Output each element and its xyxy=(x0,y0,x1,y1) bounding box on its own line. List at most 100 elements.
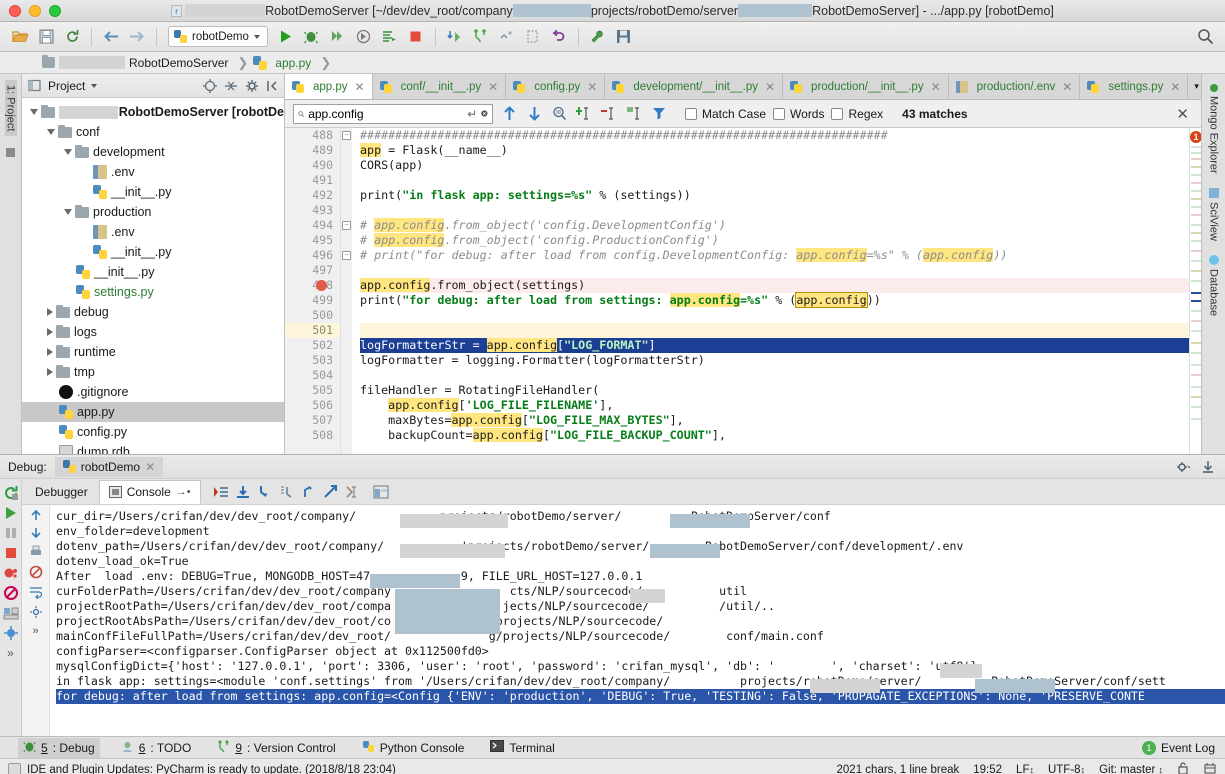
words-box[interactable] xyxy=(773,108,785,120)
pin-icon[interactable] xyxy=(1,623,21,643)
line-number[interactable]: 493 xyxy=(285,203,340,218)
tool-window-button-version-control[interactable]: 9: Version Control xyxy=(212,738,340,758)
find-next-icon[interactable] xyxy=(525,105,543,123)
close-tab-icon[interactable]: ✕ xyxy=(765,80,775,94)
line-number[interactable]: 500 xyxy=(285,308,340,323)
status-indicator-icon[interactable] xyxy=(8,763,21,774)
collapse-all-icon[interactable] xyxy=(224,79,238,93)
close-tab-icon[interactable]: ✕ xyxy=(355,80,365,94)
tree-item--env[interactable]: .env xyxy=(22,162,284,182)
console-line[interactable]: dotenv_load_ok=True xyxy=(56,554,1225,569)
regex-box[interactable] xyxy=(831,108,843,120)
error-stripe[interactable]: 1 xyxy=(1189,128,1201,454)
step-over-icon[interactable] xyxy=(233,482,253,502)
close-find-icon[interactable]: ✕ xyxy=(1176,105,1193,123)
editor-tab-production-init-py[interactable]: production/__init__.py✕ xyxy=(783,74,949,99)
code-line[interactable]: print("in flask app: settings=%s" % (set… xyxy=(360,188,1189,203)
code-line[interactable] xyxy=(360,173,1189,188)
close-session-icon[interactable]: ✕ xyxy=(145,460,155,474)
editor-tab-development-init-py[interactable]: development/__init__.py✕ xyxy=(605,74,783,99)
editor-tab-settings-py[interactable]: settings.py✕ xyxy=(1080,74,1188,99)
code-folding-gutter[interactable]: −−− xyxy=(341,128,352,454)
line-number[interactable]: 501 xyxy=(285,323,340,338)
find-input-wrapper[interactable]: ↵ xyxy=(293,104,493,124)
tree-item-settings-py[interactable]: settings.py xyxy=(22,282,284,302)
close-tab-icon[interactable]: ✕ xyxy=(931,80,941,94)
select-all-occurrences-icon[interactable] xyxy=(625,105,643,123)
code-editor[interactable]: 4884894904914924934944954964974984995005… xyxy=(285,128,1201,454)
code-line[interactable] xyxy=(360,323,1189,338)
tree-item-development[interactable]: development xyxy=(22,142,284,162)
status-branch[interactable]: Git: master ↕ xyxy=(1099,764,1163,774)
line-number[interactable]: 492 xyxy=(285,188,340,203)
force-step-into-icon[interactable] xyxy=(277,482,297,502)
editor-tab-production-env[interactable]: production/.env✕ xyxy=(949,74,1081,99)
vcs-branch-icon[interactable] xyxy=(469,25,493,49)
error-count-badge[interactable]: 1 xyxy=(1190,131,1201,143)
tree-item-conf[interactable]: conf xyxy=(22,122,284,142)
hide-debug-panel-icon[interactable] xyxy=(1201,460,1215,474)
line-number[interactable]: 491 xyxy=(285,173,340,188)
tree-item-dump-rdb[interactable]: dump.rdb xyxy=(22,442,284,454)
tree-toggle-closed-icon[interactable] xyxy=(47,328,53,336)
status-encoding[interactable]: UTF-8↕ xyxy=(1048,764,1085,774)
code-line[interactable]: backupCount=app.config["LOG_FILE_BACKUP_… xyxy=(360,428,1189,443)
code-line[interactable]: logFormatterStr = app.config["LOG_FORMAT… xyxy=(360,338,1189,353)
close-tab-icon[interactable]: ✕ xyxy=(1170,80,1180,94)
code-line[interactable] xyxy=(360,203,1189,218)
tree-item--init-py[interactable]: __init__.py xyxy=(22,182,284,202)
regex-checkbox[interactable]: Regex xyxy=(831,107,883,121)
console-line[interactable]: mysqlConfigDict={'host': '127.0.0.1', 'p… xyxy=(56,659,1225,674)
line-number[interactable]: 507 xyxy=(285,413,340,428)
stop-icon[interactable] xyxy=(1,543,21,563)
more-console-actions-icon[interactable]: » xyxy=(32,625,38,637)
fold-toggle-icon[interactable]: − xyxy=(342,251,351,260)
code-line[interactable] xyxy=(360,263,1189,278)
code-line[interactable]: CORS(app) xyxy=(360,158,1189,173)
console-line[interactable]: dotenv_path=/Users/crifan/dev/dev_root/c… xyxy=(56,539,1225,554)
run-with-console-button[interactable] xyxy=(378,25,402,49)
code-line[interactable]: print("for debug: after load from settin… xyxy=(360,293,1189,308)
editor-tab-app-py[interactable]: app.py✕ xyxy=(285,74,373,99)
code-line[interactable] xyxy=(360,368,1189,383)
update-project-icon[interactable] xyxy=(443,25,467,49)
close-window-button[interactable] xyxy=(9,5,21,17)
line-number[interactable]: 488 xyxy=(285,128,340,143)
code-line[interactable]: app = Flask(__name__) xyxy=(360,143,1189,158)
line-number[interactable]: 502 xyxy=(285,338,340,353)
lock-icon[interactable] xyxy=(1177,762,1189,774)
gear-icon[interactable] xyxy=(245,79,259,93)
fold-toggle-icon[interactable]: − xyxy=(342,131,351,140)
line-number[interactable]: 504 xyxy=(285,368,340,383)
code-line[interactable]: app.config.from_object(settings) xyxy=(360,278,1189,293)
project-scope-chevron-icon[interactable] xyxy=(91,84,97,88)
line-number[interactable]: 494 xyxy=(285,218,340,233)
navigate-back-icon[interactable] xyxy=(99,25,123,49)
console-line[interactable]: After load .env: DEBUG=True, MONGODB_HOS… xyxy=(56,569,1225,584)
pause-icon[interactable] xyxy=(1,523,21,543)
line-number-gutter[interactable]: 4884894904914924934944954964974984995005… xyxy=(285,128,341,454)
maximize-window-button[interactable] xyxy=(49,5,61,17)
tree-toggle-closed-icon[interactable] xyxy=(47,308,53,316)
code-line[interactable]: maxBytes=app.config["LOG_FILE_MAX_BYTES"… xyxy=(360,413,1189,428)
console-line[interactable]: mainConfFileFullPath=/Users/crifan/dev/d… xyxy=(56,629,1225,644)
event-log-button[interactable]: 1Event Log xyxy=(1142,741,1225,755)
project-tree[interactable]: RobotDemoServer [robotDeconfdevelopment.… xyxy=(22,98,284,454)
editor-tab-bar[interactable]: app.py✕conf/__init__.py✕config.py✕develo… xyxy=(285,74,1201,100)
open-folder-icon[interactable] xyxy=(8,25,32,49)
settings-icon[interactable] xyxy=(1,603,21,623)
rerun-icon[interactable] xyxy=(1,483,21,503)
vcs-commit-icon[interactable] xyxy=(495,25,519,49)
console-line[interactable]: configParser=<configparser.ConfigParser … xyxy=(56,644,1225,659)
tree-item-production[interactable]: production xyxy=(22,202,284,222)
window-controls[interactable] xyxy=(0,5,61,17)
evaluate-expression-icon[interactable] xyxy=(343,482,363,502)
tree-item-logs[interactable]: logs xyxy=(22,322,284,342)
show-execution-point-icon[interactable] xyxy=(211,482,231,502)
match-case-box[interactable] xyxy=(685,108,697,120)
debug-settings-gear-icon[interactable] xyxy=(1176,460,1191,474)
mute-breakpoints-icon[interactable] xyxy=(1,583,21,603)
line-number[interactable]: 497 xyxy=(285,263,340,278)
tool-window-button-debug[interactable]: 5: Debug xyxy=(18,738,100,758)
status-line-separator[interactable]: LF↕ xyxy=(1016,764,1034,774)
